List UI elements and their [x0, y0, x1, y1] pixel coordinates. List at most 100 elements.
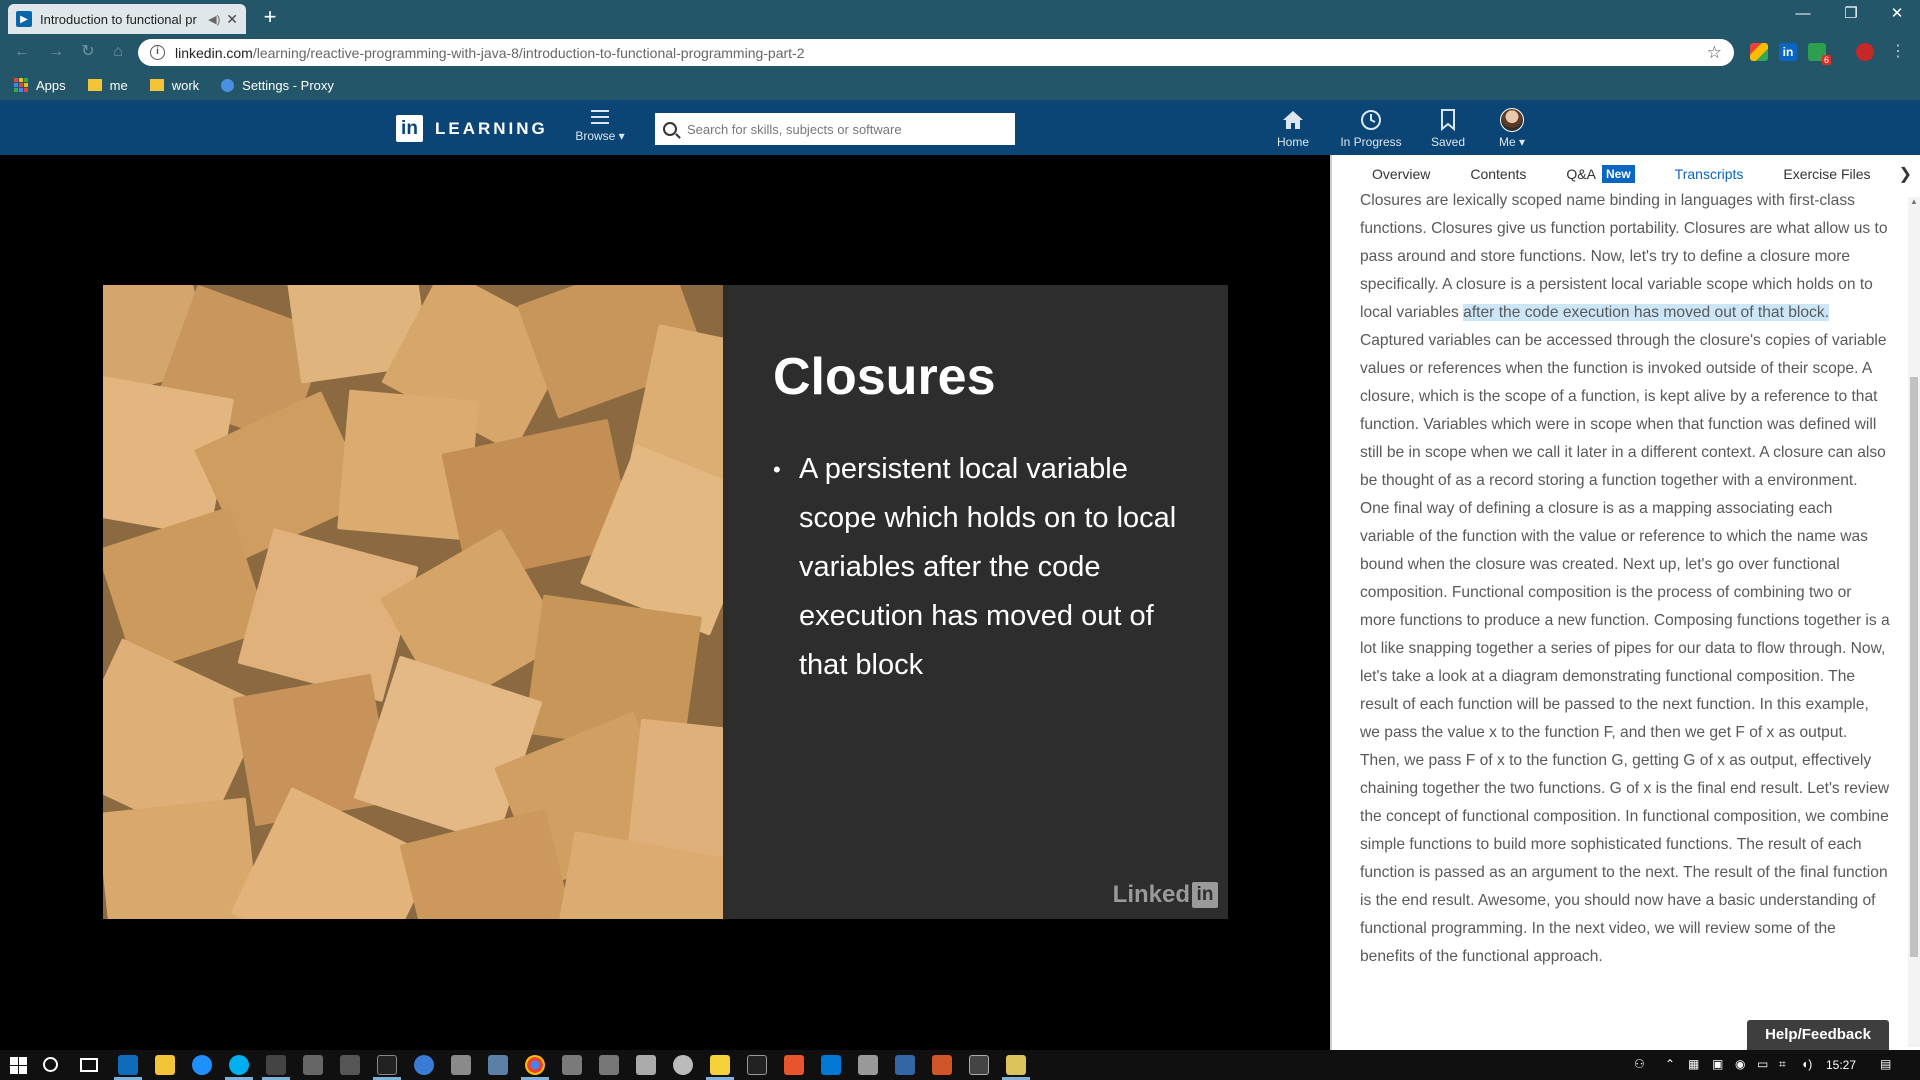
- clock-icon: [1333, 107, 1409, 133]
- home-icon[interactable]: ⌂: [108, 42, 128, 62]
- app-icon[interactable]: [895, 1055, 915, 1075]
- app-icon[interactable]: [451, 1055, 471, 1075]
- network-icon[interactable]: ⌗: [1779, 1057, 1786, 1072]
- home-icon: [1255, 107, 1331, 133]
- close-window-button[interactable]: ✕: [1874, 0, 1920, 30]
- app-icon[interactable]: [858, 1055, 878, 1075]
- video-player[interactable]: Closures • A persistent local variable s…: [0, 155, 1330, 1050]
- skype-icon[interactable]: [229, 1055, 249, 1075]
- linkedin-extension-icon[interactable]: in: [1779, 43, 1797, 61]
- tab-exercise-files[interactable]: Exercise Files: [1783, 166, 1870, 182]
- transcript-segment[interactable]: Closures are lexically scoped name bindi…: [1360, 192, 1888, 321]
- nav-in-progress[interactable]: In Progress: [1333, 107, 1409, 149]
- bookmark-apps[interactable]: Apps: [14, 78, 66, 93]
- reload-icon[interactable]: ↻: [78, 42, 98, 62]
- sticky-notes-icon[interactable]: [710, 1055, 730, 1075]
- nav-label: Saved: [1430, 135, 1466, 149]
- tab-label: Overview: [1372, 166, 1431, 182]
- scrollbar-thumb[interactable]: [1910, 377, 1918, 957]
- chevron-right-icon[interactable]: ❯: [1899, 164, 1912, 184]
- tray-app-icon[interactable]: ▦: [1688, 1057, 1699, 1071]
- course-side-panel: Overview Contents Q&A New Transcripts Exe…: [1330, 155, 1920, 1050]
- app-icon[interactable]: [747, 1055, 767, 1075]
- bookmark-work[interactable]: work: [149, 78, 199, 93]
- bookmark-label: me: [109, 77, 128, 93]
- app-icon[interactable]: [969, 1055, 989, 1075]
- app-icon[interactable]: [636, 1055, 656, 1075]
- search-input[interactable]: [687, 121, 987, 137]
- restore-button[interactable]: ❐: [1828, 0, 1874, 30]
- nav-label: Me ▾: [1498, 135, 1526, 149]
- course-slide: Closures • A persistent local variable s…: [103, 285, 1228, 919]
- extension-icon[interactable]: [1750, 43, 1768, 61]
- tab-overview[interactable]: Overview: [1372, 166, 1430, 182]
- notifications-icon[interactable]: ▤: [1880, 1057, 1891, 1071]
- search-icon[interactable]: [43, 1057, 58, 1072]
- app-icon[interactable]: [599, 1055, 619, 1075]
- extension-icon[interactable]: 6: [1808, 43, 1831, 65]
- task-view-icon[interactable]: [80, 1058, 98, 1072]
- back-icon[interactable]: ←: [12, 42, 32, 62]
- new-tab-button[interactable]: +: [258, 6, 282, 30]
- nav-home[interactable]: Home: [1255, 107, 1331, 149]
- transcript-current-segment[interactable]: after the code execution has moved out o…: [1463, 304, 1829, 321]
- tab-transcripts[interactable]: Transcripts: [1675, 166, 1744, 182]
- profile-icon[interactable]: [1856, 43, 1874, 61]
- intellij-icon[interactable]: [377, 1055, 397, 1075]
- browser-tab[interactable]: ▶ Introduction to functional pr ◀) ✕: [8, 4, 246, 34]
- url-input[interactable]: i linkedin.com/learning/reactive-program…: [138, 39, 1734, 66]
- people-icon[interactable]: ⚇: [1634, 1057, 1645, 1071]
- chevron-up-icon[interactable]: ⌃: [1665, 1057, 1675, 1071]
- battery-icon[interactable]: ▭: [1757, 1057, 1768, 1071]
- slide-bullet-text: A persistent local variable scope which …: [799, 453, 1177, 681]
- menu-icon[interactable]: ⋮: [1888, 42, 1908, 62]
- forward-icon[interactable]: →: [46, 42, 66, 62]
- folder-icon: [149, 79, 164, 91]
- app-icon[interactable]: [932, 1055, 952, 1075]
- browser-tab-bar: ▶ Introduction to functional pr ◀) ✕ + —…: [0, 0, 1920, 34]
- volume-icon[interactable]: ◖): [1801, 1057, 1812, 1071]
- browse-label: Browse ▾: [575, 129, 625, 143]
- bookmark-settings-proxy[interactable]: Settings - Proxy: [221, 78, 334, 93]
- browse-button[interactable]: Browse ▾: [570, 110, 630, 143]
- app-icon[interactable]: [784, 1055, 804, 1075]
- info-icon[interactable]: i: [150, 45, 165, 60]
- clock[interactable]: 15:27: [1826, 1058, 1856, 1072]
- tab-qa[interactable]: Q&A New: [1566, 165, 1635, 183]
- outlook-icon[interactable]: [118, 1055, 138, 1075]
- linkedin-learning-logo[interactable]: in LEARNING: [396, 115, 548, 142]
- transcript-segment[interactable]: Captured variables can be accessed throu…: [1360, 332, 1890, 965]
- transcript-scrollbar[interactable]: ▲: [1908, 197, 1920, 1047]
- app-icon[interactable]: [340, 1055, 360, 1075]
- minimize-button[interactable]: —: [1780, 0, 1826, 30]
- file-explorer-icon[interactable]: [155, 1055, 175, 1075]
- watermark-text: Linked: [1112, 881, 1190, 908]
- app-icon[interactable]: [414, 1055, 434, 1075]
- bookmark-label: Settings - Proxy: [242, 77, 334, 93]
- terminal-icon[interactable]: [303, 1055, 323, 1075]
- app-icon[interactable]: [488, 1055, 508, 1075]
- search-box[interactable]: [655, 113, 1015, 145]
- tab-title: Introduction to functional pr: [40, 11, 197, 27]
- close-tab-icon[interactable]: ✕: [226, 11, 238, 28]
- notepad-icon[interactable]: [1006, 1055, 1026, 1075]
- vscode-icon[interactable]: [821, 1055, 841, 1075]
- windows-start-icon[interactable]: [10, 1057, 27, 1074]
- outlook-tray-icon[interactable]: ▣: [1712, 1057, 1723, 1071]
- app-icon[interactable]: [562, 1055, 582, 1075]
- new-badge: New: [1601, 165, 1635, 183]
- help-feedback-button[interactable]: Help/Feedback: [1747, 1020, 1889, 1050]
- nav-me[interactable]: Me ▾: [1474, 107, 1550, 149]
- skype-tray-icon[interactable]: ◉: [1735, 1057, 1745, 1071]
- internet-explorer-icon[interactable]: [192, 1055, 212, 1075]
- app-icon[interactable]: [266, 1055, 286, 1075]
- bookmark-star-icon[interactable]: ☆: [1707, 43, 1722, 63]
- app-icon[interactable]: [673, 1055, 693, 1075]
- bookmark-me[interactable]: me: [87, 77, 128, 93]
- scroll-up-icon[interactable]: ▲: [1910, 197, 1918, 206]
- transcript-text[interactable]: Closures are lexically scoped name bindi…: [1360, 187, 1890, 1007]
- chrome-icon[interactable]: [525, 1055, 545, 1075]
- tab-contents[interactable]: Contents: [1470, 166, 1526, 182]
- linkedin-logo-icon: in: [1192, 882, 1218, 908]
- speaker-icon[interactable]: ◀): [208, 13, 220, 26]
